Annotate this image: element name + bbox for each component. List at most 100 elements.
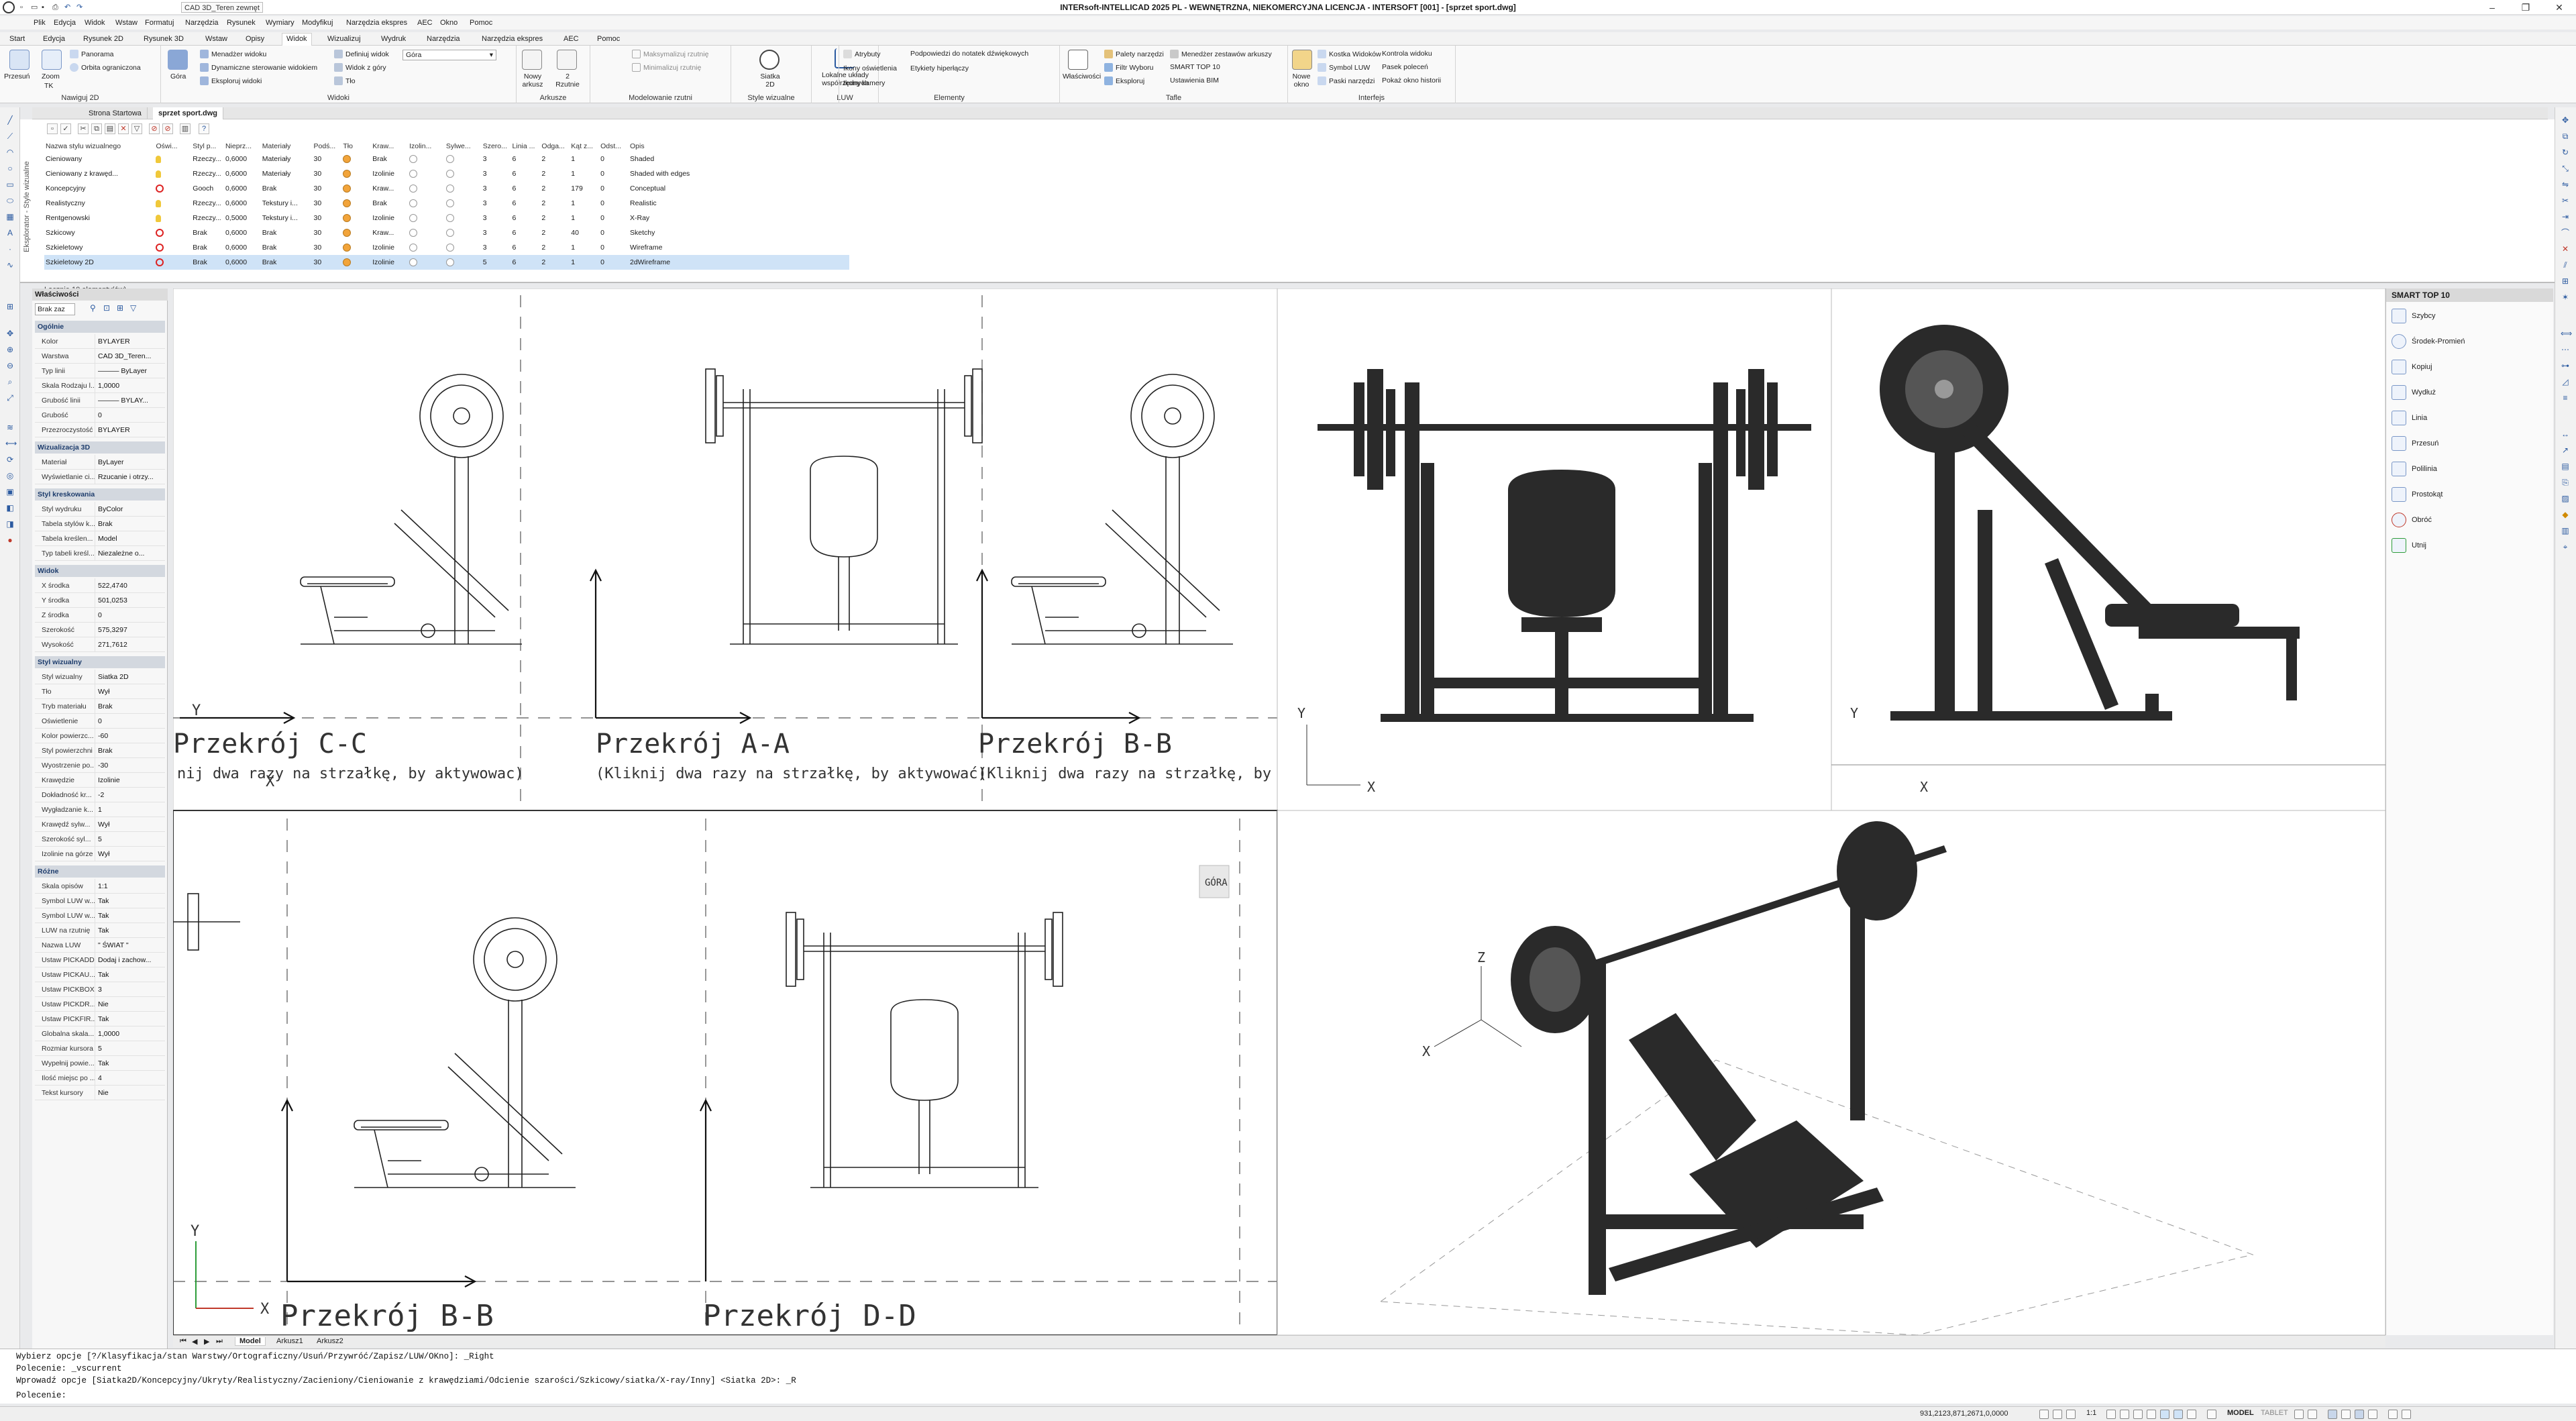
circle-tool-icon[interactable]: ○	[5, 164, 15, 173]
polar-toggle-icon[interactable]	[2106, 1410, 2116, 1419]
property-value[interactable]: Wył	[95, 684, 165, 698]
pan-tool-icon[interactable]: ✥	[5, 329, 15, 338]
zoom-icon[interactable]	[42, 50, 62, 70]
menu-edycja[interactable]: Edycja	[54, 19, 76, 27]
property-row[interactable]: Grubość 0	[35, 408, 165, 423]
menu-wymiary[interactable]: Wymiary	[266, 19, 294, 27]
property-value[interactable]: Tak	[95, 967, 165, 982]
chamfer-tool-icon[interactable]: ◿	[2561, 377, 2570, 386]
tab-pomoc[interactable]: Pomoc	[597, 35, 620, 43]
col-offset[interactable]: Odga...	[540, 141, 570, 152]
col-silhouette[interactable]: Sylwe...	[445, 141, 482, 152]
toggle-pickadd-icon[interactable]: ⊞	[117, 303, 123, 313]
cut-icon[interactable]: ✂	[78, 123, 89, 134]
property-row[interactable]: Kolor BYLAYER	[35, 334, 165, 349]
property-value[interactable]: Wył	[95, 817, 165, 831]
delete-icon[interactable]: ✕	[118, 123, 129, 134]
point-tool-icon[interactable]: ·	[5, 244, 15, 254]
selection-filter-button[interactable]: Filtr Wyboru	[1104, 63, 1154, 72]
col-description[interactable]: Opis	[629, 141, 849, 152]
visual-style-icon[interactable]	[759, 50, 780, 70]
zoom-window-icon[interactable]: ⌕	[5, 377, 15, 386]
property-row[interactable]: Kolor powierzc... -60	[35, 729, 165, 743]
property-value[interactable]: 501,0253	[95, 593, 165, 607]
property-row[interactable]: Grubość linii ——— BYLAY...	[35, 393, 165, 408]
pan-button-label[interactable]: Przesuń	[4, 72, 30, 81]
explore-views-button[interactable]: Eksploruj widoki	[200, 76, 262, 85]
property-value[interactable]: 5	[95, 1041, 165, 1055]
tablet-toggle[interactable]: TABLET	[2261, 1409, 2288, 1417]
view-combo[interactable]: Góra ▾	[402, 50, 496, 60]
smart-item-trim[interactable]: Utnij	[2392, 538, 2426, 553]
hyperlink-labels-toggle[interactable]: Etykiety hiperłączy	[910, 64, 969, 72]
break-tool-icon[interactable]: ⋯	[2561, 345, 2570, 354]
property-row[interactable]: Ustaw PICKADD Dodaj i zachow...	[35, 953, 165, 967]
property-value[interactable]: 1	[95, 802, 165, 817]
property-section-header[interactable]: Styl kreskowania	[35, 488, 165, 501]
background-button[interactable]: Tło	[334, 76, 356, 85]
trim-tool-icon[interactable]: ✂	[2561, 196, 2570, 205]
menu-aec[interactable]: AEC	[417, 19, 433, 27]
property-row[interactable]: Wyostrzenie po... -30	[35, 758, 165, 773]
properties-panel-icon[interactable]	[1068, 50, 1088, 70]
sheet-set-manager-button[interactable]: Menedżer zestawów arkuszy	[1170, 50, 1272, 58]
sound-notes-toggle[interactable]: Podpowiedzi do notatek dźwiękowych	[910, 50, 1028, 58]
menu-plik[interactable]: Plik	[34, 19, 46, 27]
property-row[interactable]: Ustaw PICKAU... Tak	[35, 967, 165, 982]
new-sheet-icon[interactable]	[522, 50, 542, 70]
viewport-side-3d[interactable]: Y X	[1831, 288, 2386, 811]
viewports-icon[interactable]	[557, 50, 577, 70]
property-value[interactable]: 4	[95, 1071, 165, 1085]
viewport-bottom-left[interactable]: GÓRA Y X Przekrój B-B Przekrój D-D	[172, 810, 1278, 1336]
property-row[interactable]: LUW na rzutnię Tak	[35, 923, 165, 938]
view-manager-button[interactable]: Menadżer widoku	[200, 50, 266, 58]
pan-icon[interactable]	[9, 50, 30, 70]
table-row[interactable]: Szkicowy Brak 0,6000 Brak 30 Kraw... 3 6 2 40 0 Ske…	[44, 225, 849, 240]
color-tool-icon[interactable]: ◆	[2561, 510, 2570, 519]
gora-label[interactable]: Góra	[170, 72, 186, 81]
property-row[interactable]: Warstwa CAD 3D_Teren...	[35, 349, 165, 364]
property-value[interactable]: 1,0000	[95, 378, 165, 392]
polyline-tool-icon[interactable]: ⟋	[5, 131, 15, 141]
property-section-header[interactable]: Ogólnie	[35, 321, 165, 333]
explode-tool-icon[interactable]: ✶	[2561, 293, 2570, 302]
osnap-toggle-icon[interactable]	[2120, 1410, 2129, 1419]
property-row[interactable]: Symbol LUW w... Tak	[35, 908, 165, 923]
purge-all-icon[interactable]: ⊘	[162, 123, 173, 134]
new-sheet-label[interactable]: Nowy arkusz	[519, 72, 546, 89]
col-light[interactable]: Oświ...	[154, 141, 191, 152]
otrack-toggle-icon[interactable]	[2133, 1410, 2143, 1419]
align-tool-icon[interactable]: ≡	[2561, 393, 2570, 403]
zoom-extents-icon[interactable]: ⤢	[5, 393, 15, 403]
property-value[interactable]: BYLAYER	[95, 334, 165, 348]
property-value[interactable]: 0	[95, 408, 165, 422]
menu-modyfikuj[interactable]: Modyfikuj	[302, 19, 333, 27]
insert-block-icon[interactable]: ⊞	[5, 302, 15, 311]
purge-icon[interactable]: ⊘	[149, 123, 160, 134]
toolbars-toggle[interactable]: Paski narzędzi	[1318, 76, 1375, 85]
qprops-toggle-icon[interactable]	[2174, 1410, 2183, 1419]
explore-button[interactable]: Eksploruj	[1104, 76, 1144, 85]
property-row[interactable]: Globalna skala... 1,0000	[35, 1027, 165, 1041]
property-value[interactable]: 1:1	[95, 879, 165, 893]
table-row[interactable]: Szkieletowy 2D Brak 0,6000 Brak 30 Izolinie 5 6…	[44, 255, 849, 270]
doc-tab-start[interactable]: Strona Startowa	[83, 107, 148, 119]
menu-wstaw[interactable]: Wstaw	[115, 19, 138, 27]
copy-icon[interactable]: ⧉	[91, 123, 102, 134]
tab-aec[interactable]: AEC	[564, 35, 579, 43]
property-value[interactable]: -2	[95, 788, 165, 802]
smart-item-rectangle[interactable]: Prostokąt	[2392, 487, 2443, 502]
tab-start[interactable]: Start	[9, 35, 25, 43]
property-row[interactable]: Izolinie na górze Wył	[35, 847, 165, 861]
drawing-canvas[interactable]: Y X Przekrój C-C nij dwa razy na strzałk…	[172, 288, 2386, 1336]
top-view-button[interactable]: Widok z góry	[334, 63, 386, 72]
model-space-toggle[interactable]: MODEL	[2227, 1409, 2254, 1417]
tab-widok[interactable]: Widok	[282, 33, 312, 46]
table-row[interactable]: Rentgenowski Rzeczy... 0,5000 Tekstury i...…	[44, 211, 849, 225]
table-tool-icon[interactable]: ▤	[2561, 462, 2570, 471]
snap-toggle-icon[interactable]	[2039, 1410, 2049, 1419]
property-value[interactable]: 522,4740	[95, 578, 165, 592]
attributes-toggle[interactable]: Atrybuty	[843, 50, 881, 58]
smart-item-move[interactable]: Przesuń	[2392, 436, 2438, 451]
array-tool-icon[interactable]: ⊞	[2561, 276, 2570, 286]
